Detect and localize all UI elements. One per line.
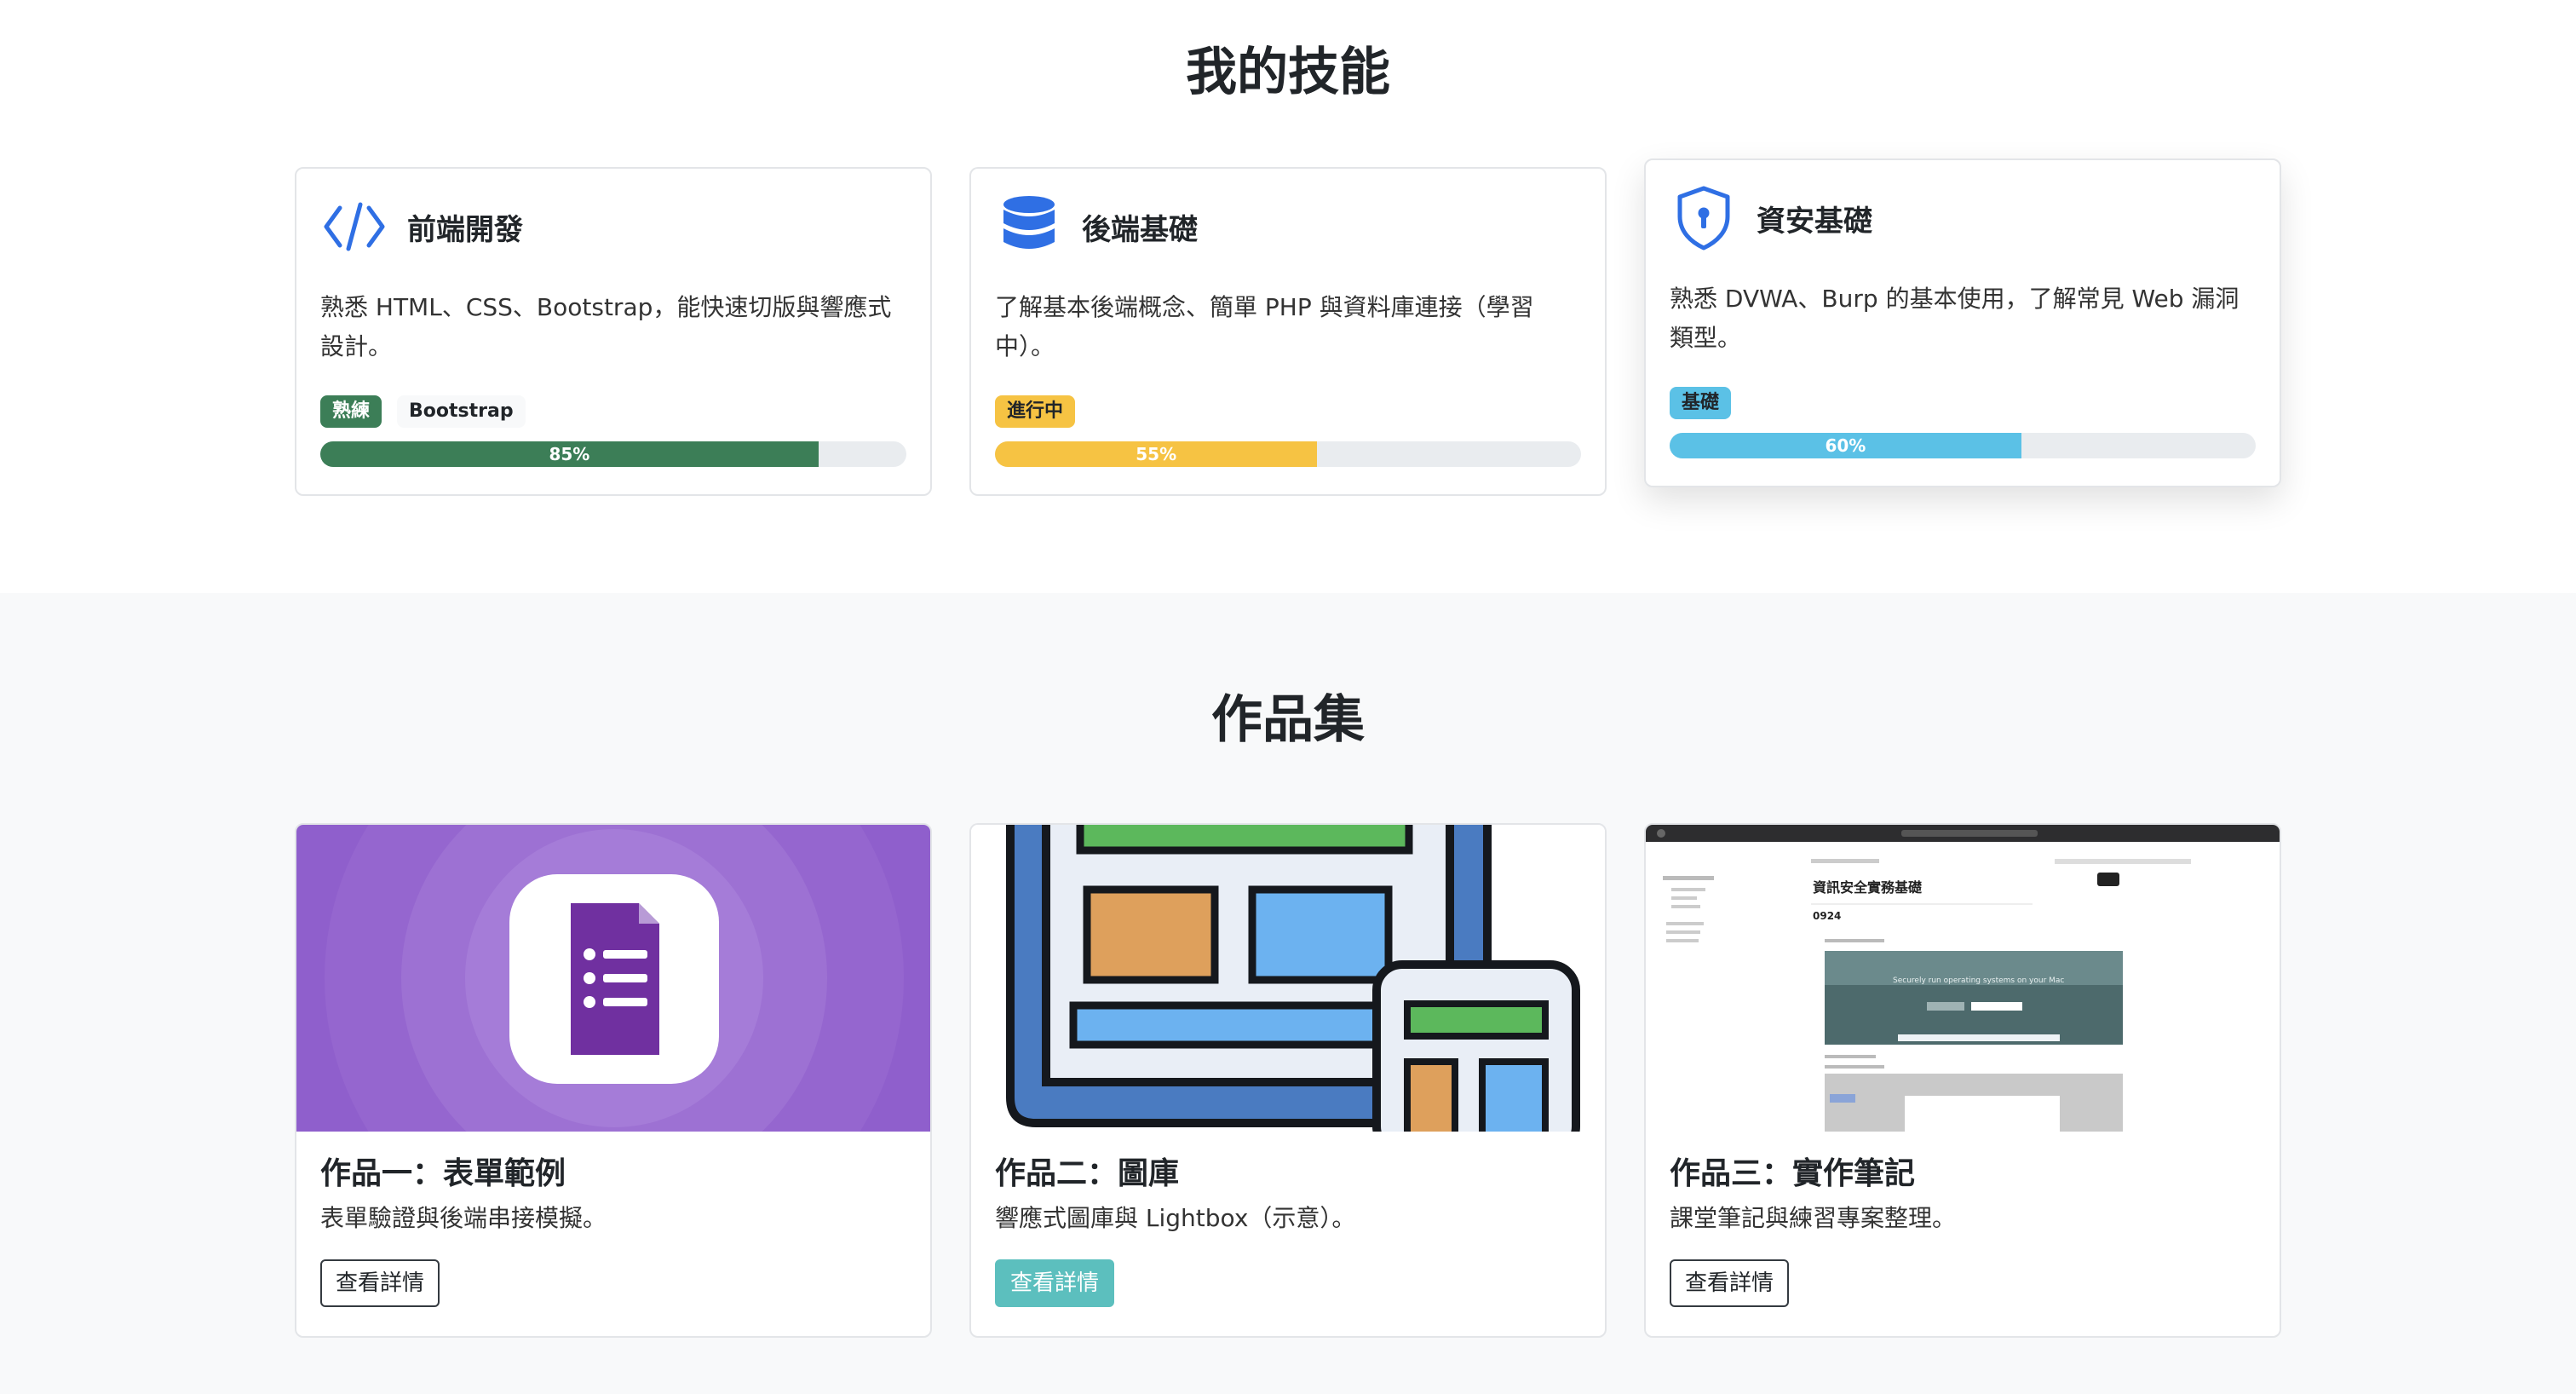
screenshot-date: 0924 — [1813, 910, 1842, 922]
work-description: 響應式圖庫與 Lightbox（示意）。 — [995, 1204, 1356, 1232]
work-title: 作品二：圖庫 — [995, 1156, 1180, 1191]
work-description: 課堂筆記與練習專案整理。 — [1670, 1204, 1957, 1232]
skill-card-frontend: 前端開發 熟悉 HTML、CSS、Bootstrap，能快速切版與響應式設計。 … — [295, 167, 932, 496]
work-title: 作品三：實作筆記 — [1670, 1156, 1916, 1191]
screenshot-page-title: 資訊安全實務基礎 — [1813, 879, 1923, 896]
progress-label: 60% — [1825, 435, 1866, 456]
view-details-button[interactable]: 查看詳情 — [995, 1259, 1115, 1307]
google-forms-thumbnail — [296, 825, 930, 1132]
notes-screenshot-thumbnail: 資訊安全實務基礎 0924 Securely run operating sys… — [1646, 825, 2280, 1132]
tech-badge: Bootstrap — [397, 395, 526, 428]
skills-title: 我的技能 — [1186, 43, 1390, 102]
skill-name: 前端開發 — [407, 212, 523, 247]
shield-keyhole-icon — [1670, 184, 1738, 252]
portfolio-section: 作品集 作品一：表單範例 表單驗證與後端串接模擬。 查看詳情 作品二：圖庫 響應… — [0, 593, 2576, 1394]
skill-badges: 基礎 — [1670, 387, 1732, 419]
portfolio-title: 作品集 — [1211, 690, 1365, 750]
work-card-gallery: 作品二：圖庫 響應式圖庫與 Lightbox（示意）。 查看詳情 — [969, 823, 1607, 1338]
skill-description: 熟悉 HTML、CSS、Bootstrap，能快速切版與響應式設計。 — [320, 293, 892, 360]
skill-progress-bar: 60% — [1670, 433, 2256, 458]
status-badge: 進行中 — [995, 395, 1076, 428]
skill-name: 資安基礎 — [1757, 204, 1872, 239]
database-icon — [995, 193, 1063, 261]
gallery-thumbnail — [971, 825, 1605, 1132]
progress-fill: 55% — [995, 441, 1318, 467]
progress-label: 55% — [1136, 444, 1177, 464]
screenshot-banner-text: Securely run operating systems on your M… — [1893, 976, 2065, 985]
skill-progress-bar: 55% — [995, 441, 1581, 467]
skill-header: 資安基礎 — [1670, 184, 1872, 252]
work-card-form: 作品一：表單範例 表單驗證與後端串接模擬。 查看詳情 — [295, 823, 932, 1338]
skill-card-backend: 後端基礎 了解基本後端概念、簡單 PHP 與資料庫連接（學習中）。 進行中 55… — [969, 167, 1607, 496]
skill-header: 後端基礎 — [995, 193, 1198, 261]
skill-description: 熟悉 DVWA、Burp 的基本使用，了解常見 Web 漏洞類型。 — [1670, 285, 2240, 352]
skill-badges: 進行中 — [995, 395, 1076, 428]
skill-card-security: 資安基礎 熟悉 DVWA、Burp 的基本使用，了解常見 Web 漏洞類型。 基… — [1644, 158, 2281, 487]
skill-name: 後端基礎 — [1082, 212, 1198, 247]
skill-header: 前端開發 — [320, 193, 523, 261]
skill-progress-bar: 85% — [320, 441, 906, 467]
progress-fill: 60% — [1670, 433, 2021, 458]
work-title: 作品一：表單範例 — [320, 1156, 566, 1191]
skill-badges: 熟練 Bootstrap — [320, 395, 526, 428]
code-icon — [320, 193, 388, 261]
skill-description: 了解基本後端概念、簡單 PHP 與資料庫連接（學習中）。 — [995, 293, 1534, 360]
work-card-notes: 資訊安全實務基礎 0924 Securely run operating sys… — [1644, 823, 2281, 1338]
view-details-button[interactable]: 查看詳情 — [320, 1259, 440, 1307]
level-badge: 熟練 — [320, 395, 382, 428]
work-description: 表單驗證與後端串接模擬。 — [320, 1204, 607, 1232]
progress-fill: 85% — [320, 441, 819, 467]
view-details-button[interactable]: 查看詳情 — [1670, 1259, 1790, 1307]
level-badge: 基礎 — [1670, 387, 1732, 419]
skills-section: 我的技能 前端開發 熟悉 HTML、CSS、Bootstrap，能快速切版與響應… — [0, 0, 2576, 593]
progress-label: 85% — [549, 444, 590, 464]
